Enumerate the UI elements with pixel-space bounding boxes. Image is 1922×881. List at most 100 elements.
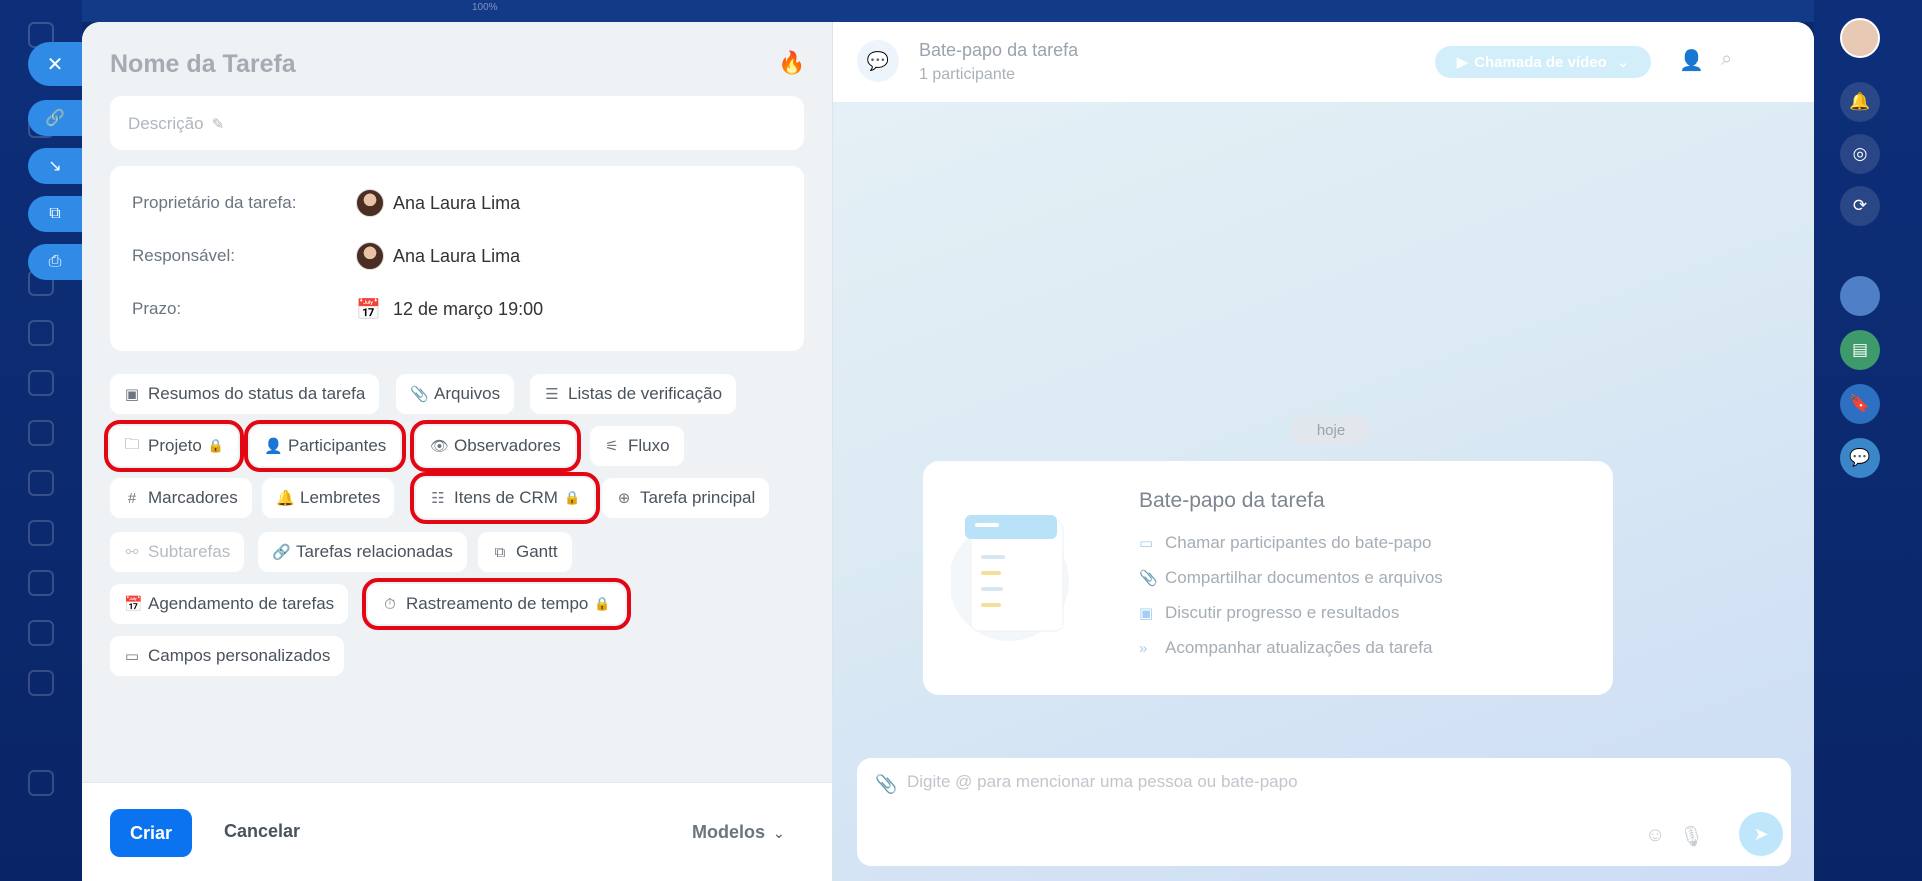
feature-label: Acompanhar atualizações da tarefa [1165, 638, 1433, 657]
external-link-icon: ⧉ [49, 205, 61, 222]
settings-icon[interactable] [28, 770, 54, 796]
chevron-down-icon: ⌄ [773, 825, 785, 841]
flow-icon: ⚟ [605, 438, 619, 455]
chip-custom-fields[interactable]: ▭ Campos personalizados [110, 636, 345, 676]
nav-item-ghost[interactable] [28, 420, 54, 446]
open-new-window-button[interactable]: ⧉ [28, 196, 82, 232]
cancel-button[interactable]: Cancelar [224, 821, 300, 842]
chip-related-tasks[interactable]: 🔗 Tarefas relacionadas [258, 532, 467, 572]
chip-label: Projeto [148, 436, 202, 455]
fire-icon[interactable]: 🔥 [778, 50, 805, 76]
task-title-input[interactable]: Nome da Tarefa [110, 50, 296, 79]
calendar-icon: 📅 [356, 298, 381, 321]
chat-welcome-card: Bate-papo da tarefa ▭ Chamar participante… [923, 461, 1613, 695]
sync-button[interactable]: ⟳ [1840, 186, 1880, 226]
chip-subtasks[interactable]: ⚯ Subtarefas [110, 532, 245, 572]
message-composer: 📎 ☺ 🎙 ➤ [857, 758, 1791, 866]
nav-item-ghost[interactable] [28, 320, 54, 346]
recent-chat-group[interactable]: 💬 [1840, 438, 1880, 478]
send-icon: ➤ [1753, 823, 1769, 844]
chip-flow[interactable]: ⚟ Fluxo [590, 426, 684, 466]
nav-item-ghost[interactable] [28, 370, 54, 396]
chip-project[interactable]: 🗀 Projeto 🔒 [103, 420, 245, 472]
chip-parent-task[interactable]: ⊕ Tarefa principal [602, 478, 770, 518]
chip-label: Observadores [454, 436, 561, 455]
chip-label: Listas de verificação [568, 384, 723, 403]
nav-item-ghost[interactable] [28, 470, 54, 496]
print-button[interactable]: ⎙ [28, 244, 82, 280]
assignee-label: Responsável: [132, 246, 236, 265]
notifications-button[interactable]: 🔔 [1840, 82, 1880, 122]
owner-name: Ana Laura Lima [393, 192, 521, 213]
form-footer: Criar Cancelar Modelos ⌄ [82, 782, 832, 881]
subtask-icon: ⚯ [125, 544, 139, 561]
recent-chat-avatar[interactable] [1840, 276, 1880, 316]
video-camera-icon: ▶ [1456, 54, 1469, 71]
chip-crm-items[interactable]: ☷ Itens de CRM 🔒 [409, 472, 601, 524]
chip-label: Marcadores [148, 488, 238, 507]
chip-participants[interactable]: 👤 Participantes [243, 420, 407, 472]
user-avatar[interactable] [1840, 18, 1880, 58]
paperclip-icon: 📎 [1139, 570, 1158, 587]
document-icon: ▤ [1851, 340, 1869, 359]
emoji-icon[interactable]: ☺ [1645, 824, 1665, 847]
task-create-panel: Nome da Tarefa 🔥 Descrição ✎ Proprietário… [82, 22, 1814, 881]
description-field[interactable]: Descrição ✎ [110, 96, 804, 150]
minimize-button[interactable]: ↘ [28, 148, 82, 184]
recent-chat-sheets[interactable]: ▤ [1840, 330, 1880, 370]
chip-label: Tarefas relacionadas [296, 542, 453, 561]
microphone-icon[interactable]: 🎙 [1679, 824, 1704, 849]
chip-reminders[interactable]: 🔔 Lembretes [262, 478, 395, 518]
video-call-label: Chamada de vídeo [1474, 53, 1607, 71]
copy-link-button[interactable]: 🔗 [28, 100, 82, 136]
bell-icon: 🔔 [276, 490, 295, 507]
nav-item-ghost[interactable] [28, 670, 54, 696]
templates-dropdown[interactable]: Modelos ⌄ [692, 822, 785, 843]
top-bar: 100% [82, 0, 1814, 22]
summary-icon: ▣ [124, 386, 140, 403]
paperclip-icon[interactable]: 📎 [875, 774, 897, 795]
feature-label: Chamar participantes do bate-papo [1165, 533, 1432, 552]
message-input[interactable] [907, 772, 1667, 792]
close-slider-button[interactable]: ✕ [28, 42, 82, 86]
recent-chat-bookmark[interactable]: 🔖 [1840, 384, 1880, 424]
nav-item-ghost[interactable] [28, 570, 54, 596]
close-icon: ✕ [46, 53, 64, 76]
chip-label: Itens de CRM [454, 488, 558, 507]
create-button[interactable]: Criar [110, 809, 192, 857]
chip-checklists[interactable]: ☰ Listas de verificação [530, 374, 737, 414]
chip-label: Rastreamento de tempo [406, 594, 589, 613]
video-call-button[interactable]: ▶ Chamada de vídeo ⌄ [1435, 46, 1651, 78]
chat-illustration [951, 515, 1069, 641]
task-info-card: Proprietário da tarefa: Ana Laura Lima R… [110, 166, 804, 351]
chip-scheduling[interactable]: 📅 Agendamento de tarefas [110, 584, 349, 624]
chip-tags[interactable]: # Marcadores [110, 478, 252, 518]
send-button[interactable]: ➤ [1739, 812, 1783, 856]
chip-status-summaries[interactable]: ▣ Resumos do status da tarefa [110, 374, 380, 414]
hash-icon: # [127, 489, 137, 507]
chip-time-tracking[interactable]: ⏱ Rastreamento de tempo 🔒 [362, 578, 631, 630]
chip-observers[interactable]: 👁 Observadores [410, 420, 581, 472]
assignee-name: Ana Laura Lima [393, 245, 521, 266]
eye-icon: 👁 [430, 438, 450, 455]
avatar [356, 189, 384, 217]
chat-participants-count[interactable]: 1 participante [919, 66, 1015, 84]
deadline-text: 12 de março 19:00 [393, 298, 544, 319]
add-user-icon[interactable]: 👤 [1679, 48, 1704, 73]
link-icon: 🔗 [272, 544, 291, 561]
calendar-icon: 📅 [124, 596, 143, 613]
chip-gantt[interactable]: ⧉ Gantt [478, 532, 572, 572]
copilot-button[interactable]: ◎ [1840, 134, 1880, 174]
deadline-value[interactable]: 📅 12 de março 19:00 [356, 297, 543, 322]
chat-icon: 💬 [857, 40, 899, 82]
chat-icon: 💬 [1849, 448, 1871, 467]
nav-item-ghost[interactable] [28, 520, 54, 546]
chip-files[interactable]: 📎 Arquivos [396, 374, 515, 414]
assignee-value[interactable]: Ana Laura Lima [356, 242, 520, 270]
fields-icon: ▭ [124, 648, 140, 665]
print-icon: ⎙ [48, 253, 62, 270]
chip-label: Resumos do status da tarefa [148, 384, 366, 403]
nav-item-ghost[interactable] [28, 620, 54, 646]
search-icon[interactable]: ⌕ [1721, 48, 1732, 71]
owner-value[interactable]: Ana Laura Lima [356, 189, 520, 217]
